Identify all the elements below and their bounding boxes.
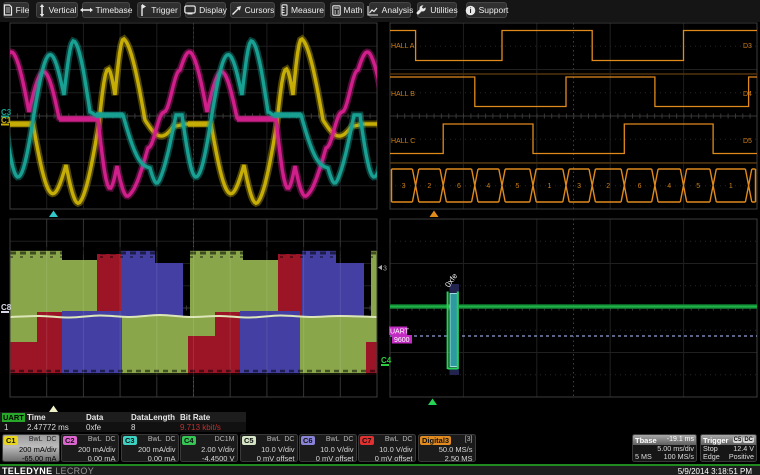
svg-text:2: 2 <box>427 183 431 190</box>
svg-text:4: 4 <box>486 183 490 190</box>
svg-text:3: 3 <box>402 183 406 190</box>
svg-text:C8: C8 <box>1 303 12 312</box>
svg-text:i: i <box>469 6 471 15</box>
svg-text:5: 5 <box>696 183 700 190</box>
svg-text:C4: C4 <box>381 356 392 365</box>
svg-text:D4: D4 <box>743 91 752 98</box>
svg-text:HALL A: HALL A <box>391 43 415 50</box>
svg-text:3: 3 <box>577 183 581 190</box>
svg-text:2: 2 <box>606 183 610 190</box>
svg-text:D3: D3 <box>743 43 752 50</box>
svg-text:5: 5 <box>516 183 520 190</box>
svg-text:HALL B: HALL B <box>391 91 415 98</box>
svg-text:1: 1 <box>729 183 733 190</box>
svg-text:3: 3 <box>383 266 387 273</box>
svg-text:6: 6 <box>638 183 642 190</box>
svg-text:6: 6 <box>457 183 461 190</box>
svg-text:9600: 9600 <box>394 337 410 344</box>
svg-text:1: 1 <box>548 183 552 190</box>
svg-text:UART: UART <box>390 329 410 336</box>
svg-text:D5: D5 <box>743 138 752 145</box>
svg-text:4: 4 <box>667 183 671 190</box>
svg-text:HALL C: HALL C <box>391 138 415 145</box>
